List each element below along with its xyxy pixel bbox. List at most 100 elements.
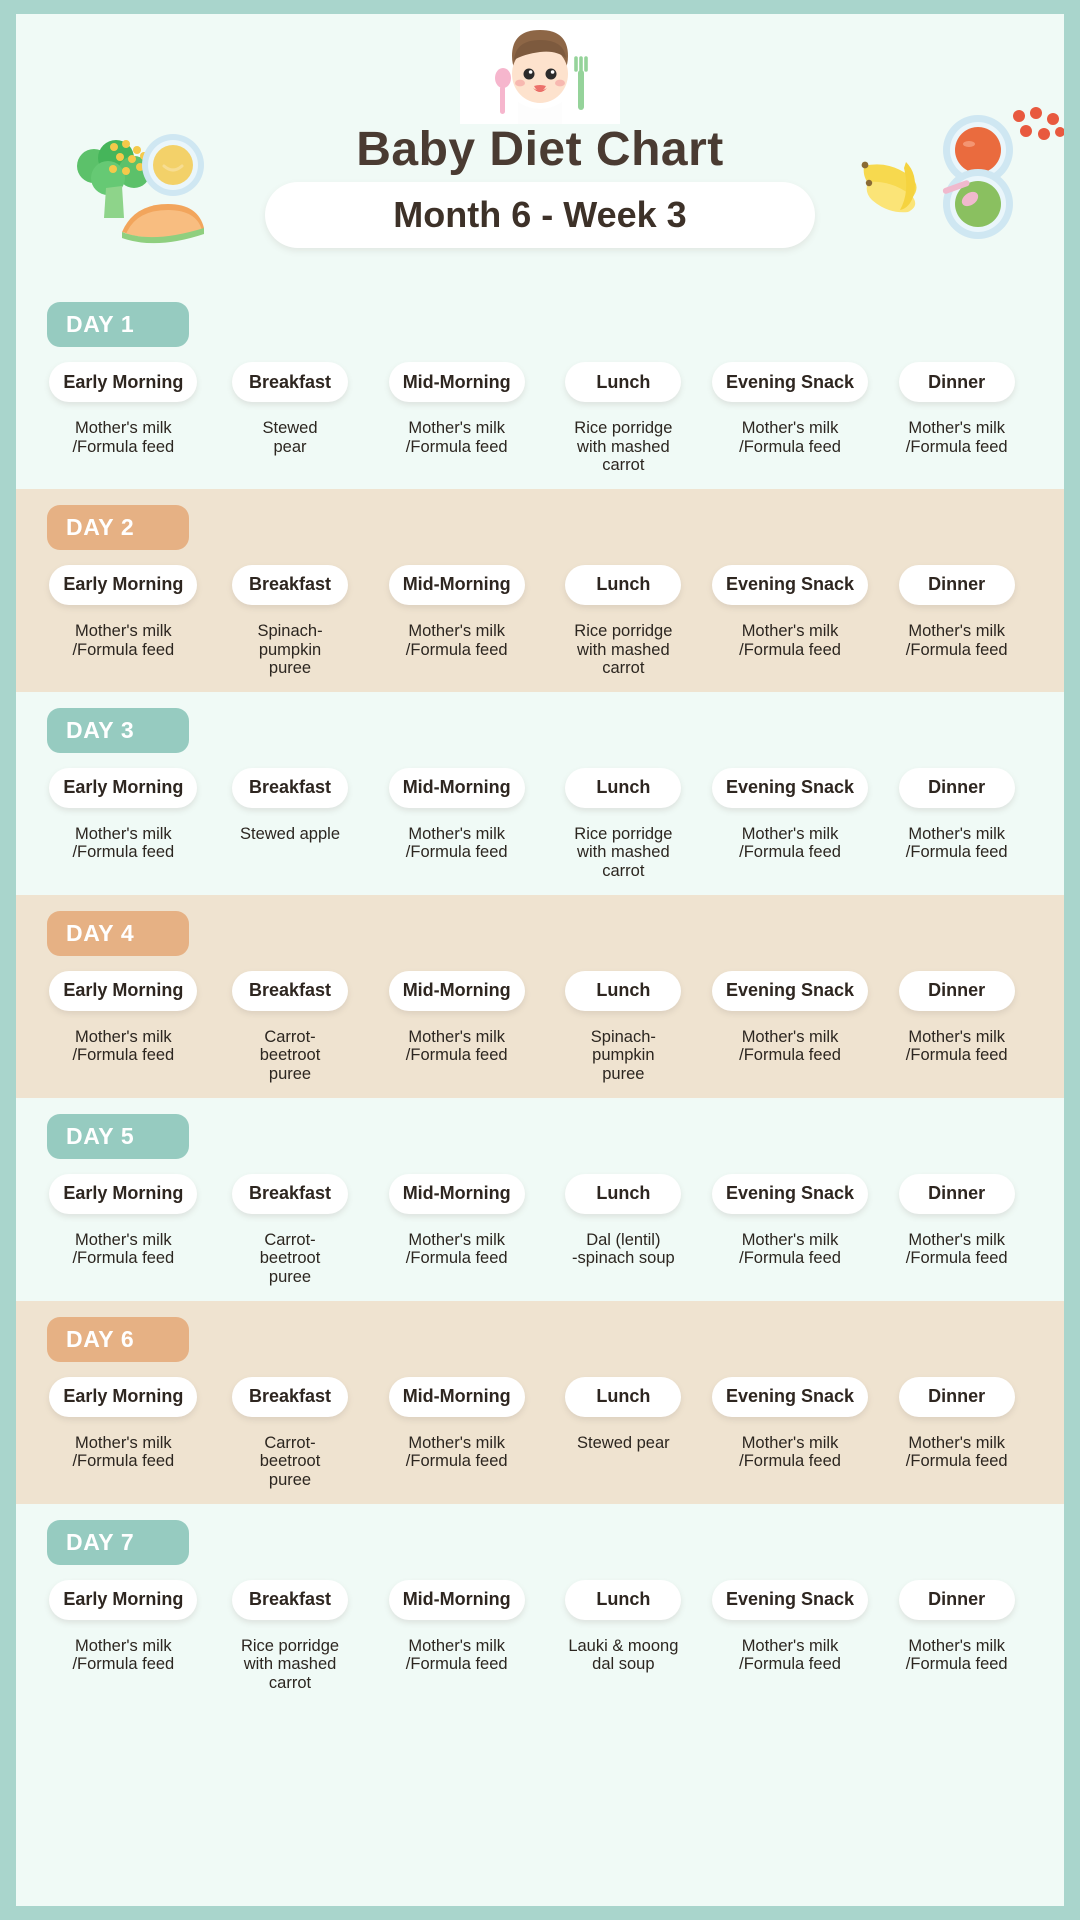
meal-label-pill[interactable]: Dinner [898, 362, 1015, 402]
meal-label-pill[interactable]: Mid-Morning [388, 1579, 525, 1620]
meal-item-text: Mother's milk /Formula feed [405, 1230, 508, 1268]
meal-item-text: Mother's milk /Formula feed [405, 1433, 508, 1471]
meal-item-text: Mother's milk /Formula feed [905, 419, 1008, 456]
meal-item-text: Mother's milk /Formula feed [905, 1230, 1008, 1268]
meal-label-pill[interactable]: Evening Snack [711, 970, 869, 1011]
meal-column: Lunch Rice porridge with mashed carrot [540, 767, 707, 881]
meal-item-text: Rice porridge with mashed carrot [574, 419, 673, 475]
meal-column: Lunch Lauki & moong dal soup [540, 1579, 707, 1693]
meal-item-text: Mother's milk /Formula feed [405, 621, 508, 659]
meal-row: Early Morning Mother's milk /Formula feed… [16, 564, 1064, 678]
meal-label-pill[interactable]: Early Morning [49, 970, 198, 1011]
meal-label-pill[interactable]: Dinner [898, 1579, 1015, 1620]
subtitle-label: Month 6 - Week 3 [393, 194, 687, 235]
meal-column: Breakfast Rice porridge with mashed carro… [207, 1579, 374, 1693]
meal-item-text: Rice porridge with mashed carrot [240, 1636, 340, 1692]
meal-label-pill[interactable]: Dinner [898, 564, 1015, 605]
day-badge[interactable]: DAY 2 [47, 504, 189, 550]
meal-item-text: Mother's milk /Formula feed [905, 1027, 1008, 1065]
meal-label-pill[interactable]: Mid-Morning [388, 767, 525, 808]
meal-label-pill[interactable]: Early Morning [49, 362, 198, 402]
page-title: Baby Diet Chart [356, 123, 724, 176]
meal-label-pill[interactable]: Evening Snack [711, 1173, 869, 1214]
day-band: DAY 3 Early Morning Mother's milk /Formula… [16, 691, 1064, 895]
meal-label-pill[interactable]: Breakfast [232, 1579, 348, 1620]
meal-item-text: Carrot- beetroot puree [259, 1433, 321, 1489]
meal-item-text: Mother's milk /Formula feed [72, 1230, 175, 1268]
meal-column: Evening Snack Mother's milk /Formula feed [707, 564, 874, 678]
meal-column: Mid-Morning Mother's milk /Formula feed [373, 362, 540, 475]
day-band: DAY 6 Early Morning Mother's milk /Formula… [16, 1300, 1064, 1504]
meal-item-text: Mother's milk /Formula feed [739, 1027, 841, 1065]
day-badge[interactable]: DAY 7 [47, 1519, 189, 1565]
meal-item-text: Mother's milk /Formula feed [405, 824, 508, 862]
meal-item-text: Mother's milk /Formula feed [405, 1027, 508, 1065]
meal-label-pill[interactable]: Dinner [898, 970, 1015, 1011]
day-badge[interactable]: DAY 3 [47, 707, 189, 753]
meal-column: Dinner Mother's milk /Formula feed [873, 767, 1040, 881]
meal-item-text: Spinach- pumpkin puree [257, 621, 323, 678]
meal-column: Mid-Morning Mother's milk /Formula feed [373, 1376, 540, 1490]
meal-label-pill[interactable]: Breakfast [232, 1173, 348, 1214]
meal-label-pill[interactable]: Lunch [565, 1173, 682, 1214]
meal-label-pill[interactable]: Lunch [565, 970, 682, 1011]
meal-label-pill[interactable]: Early Morning [49, 564, 198, 605]
meal-label-pill[interactable]: Early Morning [49, 1579, 198, 1620]
meal-label-pill[interactable]: Lunch [565, 1579, 682, 1620]
meal-label-pill[interactable]: Dinner [898, 767, 1015, 808]
header: Baby Diet Chart Month 6 - Week 3 [16, 14, 1064, 286]
meal-label-pill[interactable]: Early Morning [49, 1173, 198, 1214]
meal-label-pill[interactable]: Breakfast [232, 564, 348, 605]
meal-column: Breakfast Stewed pear [207, 362, 374, 475]
meal-column: Lunch Rice porridge with mashed carrot [540, 564, 707, 678]
meal-column: Early Morning Mother's milk /Formula feed [40, 1376, 207, 1490]
meal-item-text: Mother's milk /Formula feed [405, 1636, 508, 1674]
meal-column: Breakfast Carrot- beetroot puree [207, 1173, 374, 1287]
meal-item-text: Rice porridge with mashed carrot [574, 621, 673, 678]
meal-item-text: Rice porridge with mashed carrot [574, 824, 673, 881]
meal-item-text: Mother's milk /Formula feed [72, 1433, 175, 1471]
meal-label-pill[interactable]: Breakfast [232, 362, 348, 402]
meal-column: Early Morning Mother's milk /Formula feed [40, 767, 207, 881]
meal-column: Early Morning Mother's milk /Formula feed [40, 362, 207, 475]
meal-label-pill[interactable]: Mid-Morning [388, 564, 525, 605]
meal-label-pill[interactable]: Lunch [565, 767, 682, 808]
meal-label-pill[interactable]: Mid-Morning [388, 1376, 525, 1417]
meal-label-pill[interactable]: Dinner [898, 1173, 1015, 1214]
day-badge[interactable]: DAY 6 [47, 1316, 189, 1362]
poster-root: Baby Diet Chart Month 6 - Week 3 DAY 1 Ea… [0, 0, 1080, 1920]
meal-column: Mid-Morning Mother's milk /Formula feed [373, 767, 540, 881]
meal-column: Dinner Mother's milk /Formula feed [873, 1579, 1040, 1693]
meal-label-pill[interactable]: Lunch [565, 362, 682, 402]
meal-column: Dinner Mother's milk /Formula feed [873, 1173, 1040, 1287]
meal-label-pill[interactable]: Mid-Morning [388, 1173, 525, 1214]
day-badge[interactable]: DAY 5 [47, 1113, 189, 1159]
meal-item-text: Mother's milk /Formula feed [72, 1027, 175, 1065]
days-container: DAY 1 Early Morning Mother's milk /Formula… [16, 286, 1064, 1707]
meal-label-pill[interactable]: Evening Snack [711, 564, 869, 605]
meal-label-pill[interactable]: Evening Snack [711, 1579, 869, 1620]
meal-column: Early Morning Mother's milk /Formula feed [40, 1579, 207, 1693]
meal-label-pill[interactable]: Breakfast [232, 1376, 348, 1417]
meal-column: Evening Snack Mother's milk /Formula feed [707, 362, 874, 475]
meal-label-pill[interactable]: Evening Snack [711, 1376, 869, 1417]
meal-label-pill[interactable]: Lunch [565, 1376, 682, 1417]
meal-column: Dinner Mother's milk /Formula feed [873, 362, 1040, 475]
subtitle-pill: Month 6 - Week 3 [265, 182, 815, 248]
meal-label-pill[interactable]: Mid-Morning [388, 970, 525, 1011]
day-badge[interactable]: DAY 4 [47, 910, 189, 956]
meal-label-pill[interactable]: Early Morning [49, 1376, 198, 1417]
meal-label-pill[interactable]: Mid-Morning [388, 362, 525, 402]
meal-column: Lunch Rice porridge with mashed carrot [540, 362, 707, 475]
day-band: DAY 1 Early Morning Mother's milk /Formula… [16, 286, 1064, 489]
day-badge[interactable]: DAY 1 [47, 302, 189, 347]
meal-label-pill[interactable]: Evening Snack [711, 767, 869, 808]
meal-label-pill[interactable]: Early Morning [49, 767, 198, 808]
meal-label-pill[interactable]: Evening Snack [711, 362, 869, 402]
meal-label-pill[interactable]: Lunch [565, 564, 682, 605]
meal-item-text: Carrot- beetroot puree [259, 1230, 321, 1286]
meal-label-pill[interactable]: Dinner [898, 1376, 1015, 1417]
meal-label-pill[interactable]: Breakfast [232, 767, 348, 808]
meal-label-pill[interactable]: Breakfast [232, 970, 348, 1011]
meal-column: Breakfast Spinach- pumpkin puree [207, 564, 374, 678]
